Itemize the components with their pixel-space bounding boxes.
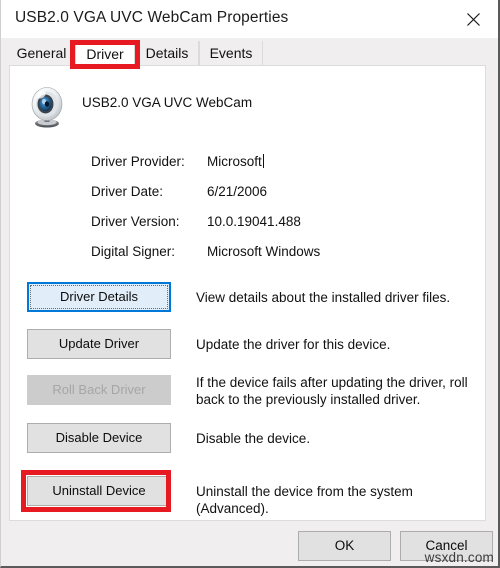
roll-back-driver-description: If the device fails after updating the d… (196, 375, 468, 407)
webcam-icon (24, 84, 70, 130)
driver-tab-panel: USB2.0 VGA UVC WebCam Driver Provider: M… (9, 65, 486, 521)
disable-device-button[interactable]: Disable Device (27, 423, 171, 453)
label-driver-provider: Driver Provider: (91, 154, 185, 169)
label-driver-version: Driver Version: (91, 214, 180, 229)
text-caret (262, 154, 264, 168)
value-digital-signer: Microsoft Windows (207, 244, 321, 259)
tab-events[interactable]: Events (199, 41, 263, 68)
info-row-driver-date: Driver Date: 6/21/2006 (10, 184, 485, 204)
close-icon[interactable] (451, 0, 495, 38)
label-digital-signer: Digital Signer: (91, 244, 176, 259)
value-driver-provider: Microsoft (207, 154, 264, 169)
info-row-digital-signer: Digital Signer: Microsoft Windows (10, 244, 485, 264)
info-row-driver-provider: Driver Provider: Microsoft (10, 154, 485, 174)
label-driver-date: Driver Date: (91, 184, 164, 199)
disable-device-description: Disable the device. (196, 431, 311, 446)
info-row-driver-version: Driver Version: 10.0.19041.488 (10, 214, 485, 234)
window-title: USB2.0 VGA UVC WebCam Properties (15, 9, 289, 26)
update-driver-button[interactable]: Update Driver (27, 329, 171, 359)
watermark: wsxdn.com (424, 550, 494, 565)
device-properties-window: USB2.0 VGA UVC WebCam Properties General… (0, 0, 500, 568)
roll-back-driver-button: Roll Back Driver (27, 375, 171, 405)
tab-strip: General Driver Details Events (1, 38, 498, 69)
update-driver-description: Update the driver for this device. (196, 337, 391, 352)
tab-details[interactable]: Details (135, 41, 199, 68)
uninstall-device-description: Uninstall the device from the system (Ad… (196, 484, 413, 516)
driver-details-description: View details about the installed driver … (196, 290, 451, 305)
focus-ring (30, 285, 168, 309)
title-bar: USB2.0 VGA UVC WebCam Properties (1, 0, 498, 38)
value-driver-version: 10.0.19041.488 (207, 214, 301, 229)
ok-button[interactable]: OK (298, 531, 391, 561)
tab-general[interactable]: General (9, 41, 75, 68)
uninstall-device-button[interactable]: Uninstall Device (27, 476, 171, 506)
value-driver-date: 6/21/2006 (207, 184, 268, 199)
device-name: USB2.0 VGA UVC WebCam (82, 95, 253, 110)
driver-details-button[interactable]: Driver Details (27, 282, 171, 312)
